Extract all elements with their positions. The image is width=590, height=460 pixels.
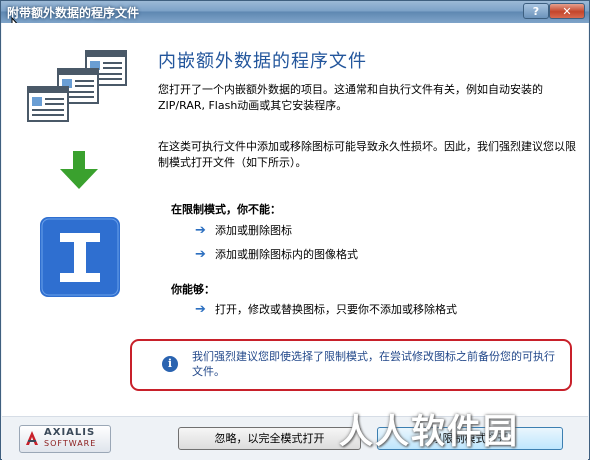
list-item-label: 打开，修改或替换图标，只要你不添加或移除格式 [215, 303, 457, 316]
dialog-content: 内嵌额外数据的程序文件 您打开了一个内嵌额外数据的项目。这通常和自执行文件有关，… [2, 23, 588, 416]
arrow-right-icon: ➔ [195, 247, 206, 262]
page-heading: 内嵌额外数据的程序文件 [158, 51, 367, 72]
logo-name: AXIALIS [44, 427, 96, 438]
list-item-label: 添加或删除图标内的图像格式 [215, 248, 358, 261]
warning-paragraph: 在这类可执行文件中添加或移除图标可能导致永久性损坏。因此，我们强烈建议您以限制模… [158, 140, 576, 169]
open-full-mode-button[interactable]: 忽略，以完全模式打开 [178, 427, 361, 450]
window-title: 附带额外数据的程序文件 [7, 6, 140, 20]
help-button[interactable]: ? [523, 3, 549, 19]
axialis-logo: AXIALIS SOFTWARE [19, 425, 111, 453]
title-bar[interactable]: 附带额外数据的程序文件 ? ✕ [1, 1, 589, 23]
app-icon [40, 217, 120, 297]
restricted-mode-heading: 在限制模式，你不能： [171, 203, 281, 216]
logo-subtitle: SOFTWARE [44, 439, 97, 448]
arrow-right-icon: ➔ [195, 223, 206, 238]
description-paragraph: 您打开了一个内嵌额外数据的项目。这通常和自执行文件有关，例如自动安装的ZIP/R… [158, 83, 543, 112]
down-arrow-icon [60, 151, 98, 189]
watermark: 人人软件园 [339, 412, 519, 452]
illustration [27, 50, 127, 297]
arrow-right-icon: ➔ [195, 302, 206, 317]
notice-text: 我们强烈建议您即使选择了限制模式，在尝试修改图标之前备份您的可执行文件。 [192, 350, 555, 378]
dialog-window: 附带额外数据的程序文件 ? ✕ 内嵌额外数据的程序文件 您打开了一个内嵌额外数据… [0, 0, 590, 460]
list-item-label: 添加或删除图标 [215, 224, 292, 237]
logo-mark-icon [26, 431, 38, 445]
backup-notice: i 我们强烈建议您即使选择了限制模式，在尝试修改图标之前备份您的可执行文件。 [130, 339, 572, 391]
program-windows-icon [27, 50, 127, 122]
info-icon: i [162, 356, 178, 372]
close-button[interactable]: ✕ [549, 3, 585, 19]
can-do-heading: 你能够： [171, 283, 215, 296]
